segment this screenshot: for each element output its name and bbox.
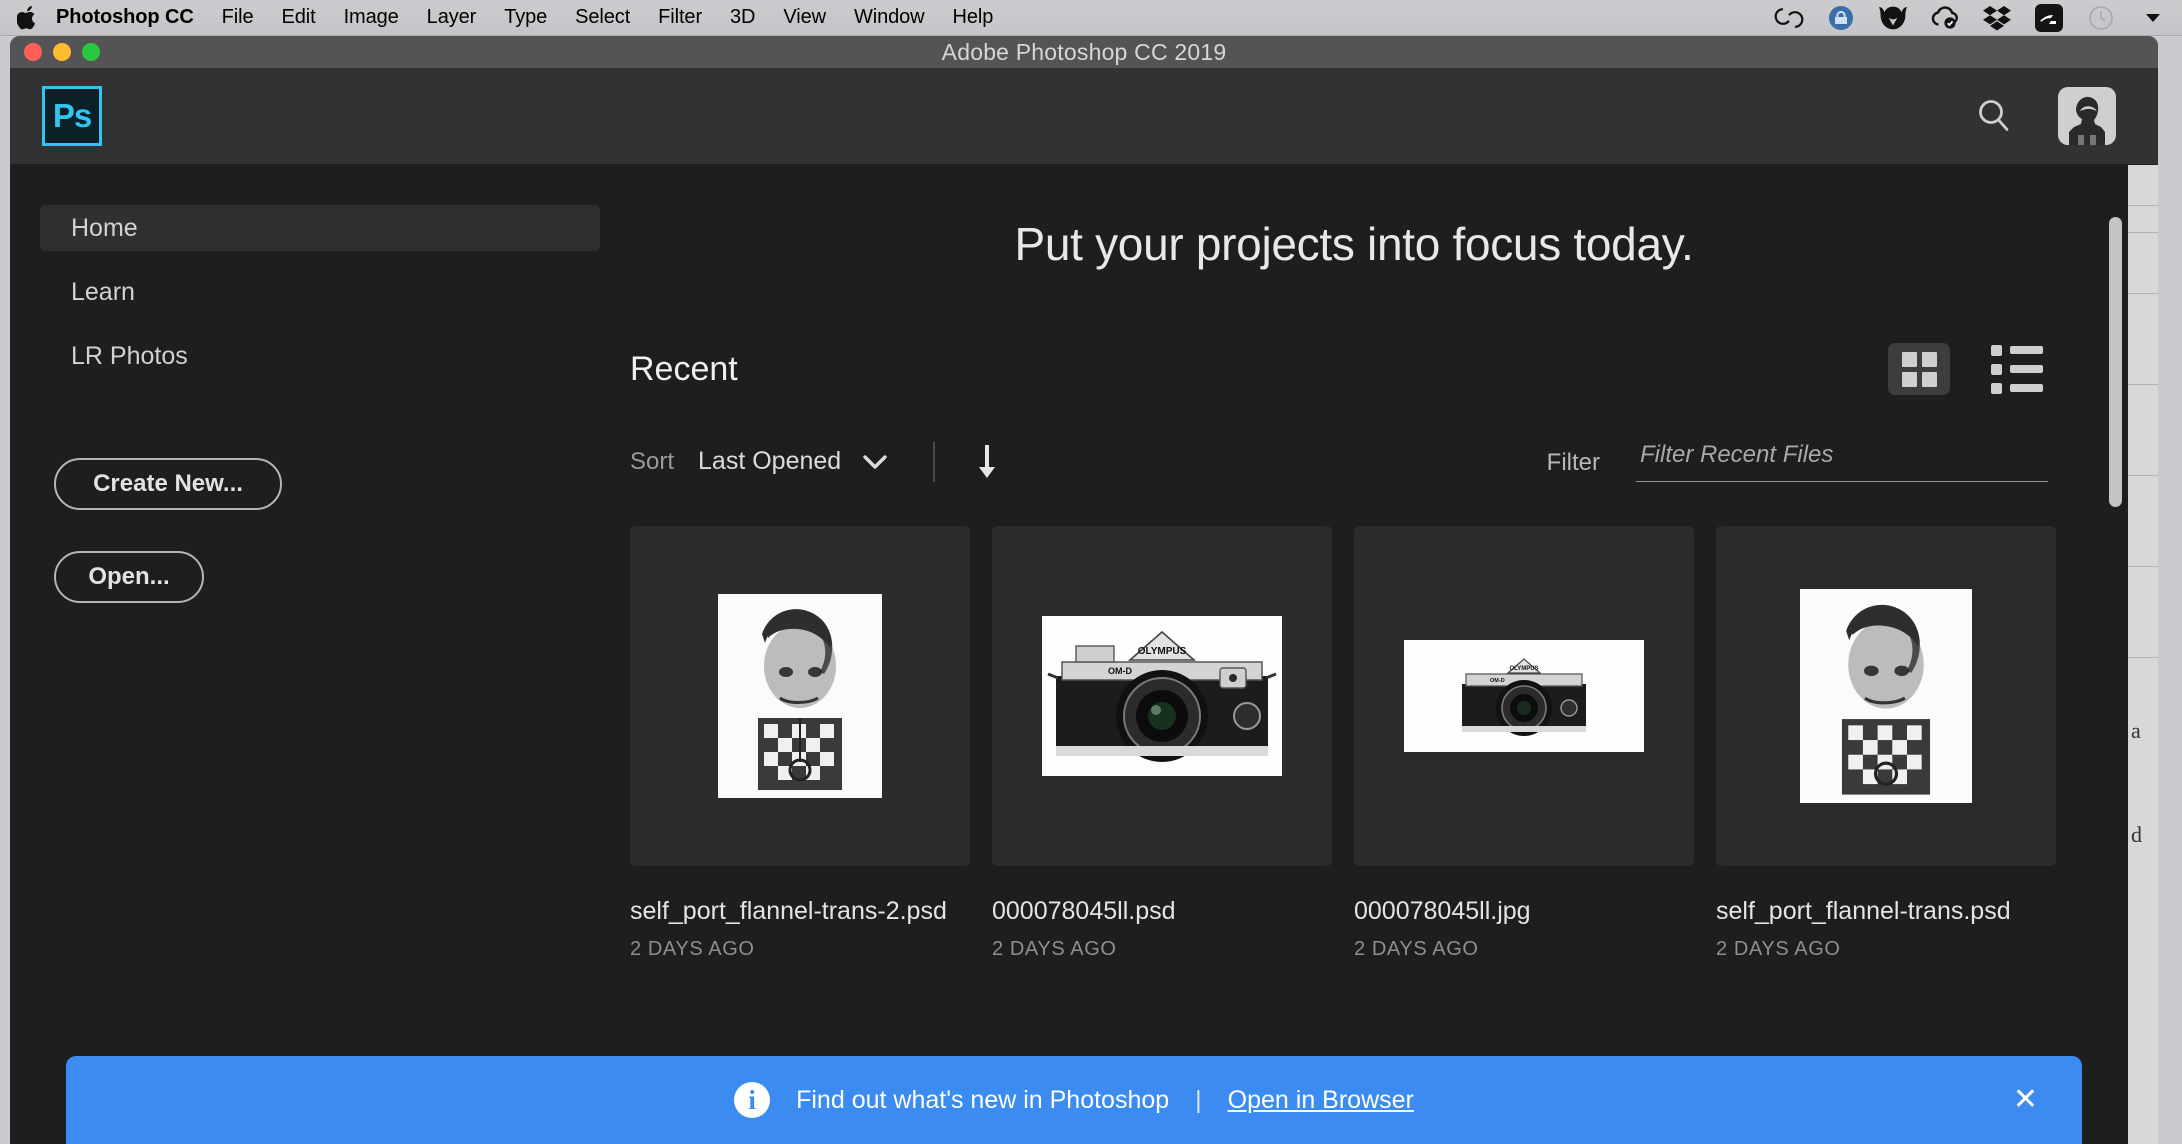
background-text-fragment: d (2128, 822, 2158, 848)
list-icon (1991, 345, 2043, 394)
sidebar-item-lr-photos[interactable]: LR Photos (40, 333, 600, 379)
file-name: self_port_flannel-trans-2.psd (630, 897, 970, 926)
spacer (10, 251, 630, 269)
menu-item-layer[interactable]: Layer (427, 6, 477, 29)
file-thumbnail: OLYMPUS OM-D (992, 526, 1332, 866)
main-content: Put your projects into focus today. Rece… (630, 165, 2158, 1144)
menu-item-select[interactable]: Select (575, 6, 630, 29)
menu-item-image[interactable]: Image (344, 6, 399, 29)
window-title-bar: Adobe Photoshop CC 2019 (10, 36, 2158, 68)
grid-view-button[interactable] (1888, 343, 1950, 395)
sidebar-item-label: Learn (71, 278, 135, 307)
background-window-peek[interactable]: a d (2128, 165, 2158, 1144)
recent-file-card[interactable]: OLYMPUS OM-D (992, 526, 1332, 961)
sidebar: Home Learn LR Photos Create New... Open.… (10, 165, 630, 1144)
file-name: 000078045ll.psd (992, 897, 1332, 926)
sidebar-item-home[interactable]: Home (40, 205, 600, 251)
sidebar-item-label: Home (71, 214, 138, 243)
menu-app-name[interactable]: Photoshop CC (56, 6, 194, 29)
app-icon[interactable] (2034, 3, 2064, 33)
menu-item-window[interactable]: Window (854, 6, 925, 29)
portrait-thumbnail-image (718, 594, 882, 798)
banner-close-icon[interactable]: ✕ (2013, 1085, 2038, 1115)
open-button[interactable]: Open... (54, 551, 204, 603)
menu-item-type[interactable]: Type (504, 6, 547, 29)
grid-icon (1902, 352, 1937, 387)
recent-header-row: Recent (630, 343, 2078, 395)
search-icon[interactable] (1972, 94, 2016, 138)
cloud-check-icon[interactable] (1930, 3, 1960, 33)
sidebar-item-learn[interactable]: Learn (40, 269, 600, 315)
svg-text:OLYMPUS: OLYMPUS (1138, 646, 1187, 657)
menu-item-filter[interactable]: Filter (658, 6, 702, 29)
photoshop-logo: Ps (42, 86, 102, 146)
file-timestamp: 2 DAYS AGO (1354, 938, 1694, 961)
banner-content: i Find out what's new in Photoshop | Ope… (66, 1082, 2082, 1118)
clock-icon (2086, 3, 2116, 33)
app-header: Ps (10, 68, 2158, 165)
camera-thumbnail-image: OLYMPUS OM-D (1042, 616, 1282, 776)
page-title: Put your projects into focus today. (630, 217, 2078, 271)
file-timestamp: 2 DAYS AGO (992, 938, 1332, 961)
chevron-down-icon[interactable] (861, 453, 889, 471)
window-title: Adobe Photoshop CC 2019 (10, 39, 2158, 66)
file-name: 000078045ll.jpg (1354, 897, 1694, 926)
app-body: Home Learn LR Photos Create New... Open.… (10, 165, 2158, 1144)
apple-logo-icon[interactable] (14, 3, 40, 33)
svg-text:OLYMPUS: OLYMPUS (1509, 666, 1538, 672)
menu-bar-tray (1774, 3, 2182, 33)
avatar[interactable] (2058, 87, 2116, 145)
sort-direction-button[interactable] (975, 445, 999, 479)
banner-separator: | (1195, 1086, 1202, 1115)
macos-menu-bar: Photoshop CC File Edit Image Layer Type … (0, 0, 2182, 36)
menu-item-3d[interactable]: 3D (730, 6, 755, 29)
file-name: self_port_flannel-trans.psd (1716, 897, 2056, 926)
background-text-fragment: a (2128, 718, 2158, 744)
photoshop-window: Adobe Photoshop CC 2019 Ps Home (10, 36, 2158, 1144)
recent-file-card[interactable]: self_port_flannel-trans-2.psd 2 DAYS AGO (630, 526, 970, 961)
sidebar-actions: Create New... Open... (10, 458, 630, 603)
camera-small-thumbnail-image: OLYMPUS OM-D (1404, 640, 1644, 752)
banner-message: Find out what's new in Photoshop (796, 1086, 1169, 1115)
open-in-browser-link[interactable]: Open in Browser (1228, 1086, 1414, 1115)
header-actions (1972, 87, 2158, 145)
spacer (10, 315, 630, 333)
file-timestamp: 2 DAYS AGO (1716, 938, 2056, 961)
list-view-button[interactable] (1986, 343, 2048, 395)
create-new-button[interactable]: Create New... (54, 458, 282, 510)
file-timestamp: 2 DAYS AGO (630, 938, 970, 961)
view-toggle-group (1888, 343, 2048, 395)
menu-chevron-icon[interactable] (2138, 3, 2168, 33)
vertical-scrollbar[interactable] (2109, 177, 2122, 1129)
menu-item-help[interactable]: Help (953, 6, 994, 29)
recent-file-card[interactable]: OLYMPUS OM-D 000078045ll.jpg 2 DAYS AGO (1354, 526, 1694, 961)
malwarebytes-icon[interactable] (1878, 3, 1908, 33)
file-thumbnail (630, 526, 970, 866)
sort-label: Sort (630, 448, 674, 476)
info-icon: i (734, 1082, 770, 1118)
filter-group: Filter (1547, 441, 2048, 482)
notification-banner: i Find out what's new in Photoshop | Ope… (66, 1056, 2082, 1144)
dropbox-icon[interactable] (1982, 3, 2012, 33)
menu-item-edit[interactable]: Edit (282, 6, 316, 29)
menu-item-view[interactable]: View (783, 6, 826, 29)
file-thumbnail: OLYMPUS OM-D (1354, 526, 1694, 866)
creative-cloud-icon[interactable] (1774, 3, 1804, 33)
filter-input[interactable] (1636, 441, 2048, 482)
filter-label: Filter (1547, 449, 1600, 482)
divider (933, 442, 935, 482)
recent-file-card[interactable]: self_port_flannel-trans.psd 2 DAYS AGO (1716, 526, 2056, 961)
sort-select[interactable]: Last Opened (698, 447, 841, 476)
file-thumbnail (1716, 526, 2056, 866)
scrollbar-thumb[interactable] (2109, 217, 2122, 507)
portrait-thumbnail-image (1800, 586, 1972, 806)
menu-item-file[interactable]: File (222, 6, 254, 29)
recent-files-grid: self_port_flannel-trans-2.psd 2 DAYS AGO… (630, 526, 2078, 961)
svg-text:OM-D: OM-D (1108, 666, 1132, 676)
recent-controls-row: Sort Last Opened Filter (630, 441, 2078, 482)
recent-section-title: Recent (630, 350, 738, 389)
sidebar-item-label: LR Photos (71, 342, 188, 371)
svg-text:OM-D: OM-D (1490, 678, 1505, 684)
backup-icon[interactable] (1826, 3, 1856, 33)
